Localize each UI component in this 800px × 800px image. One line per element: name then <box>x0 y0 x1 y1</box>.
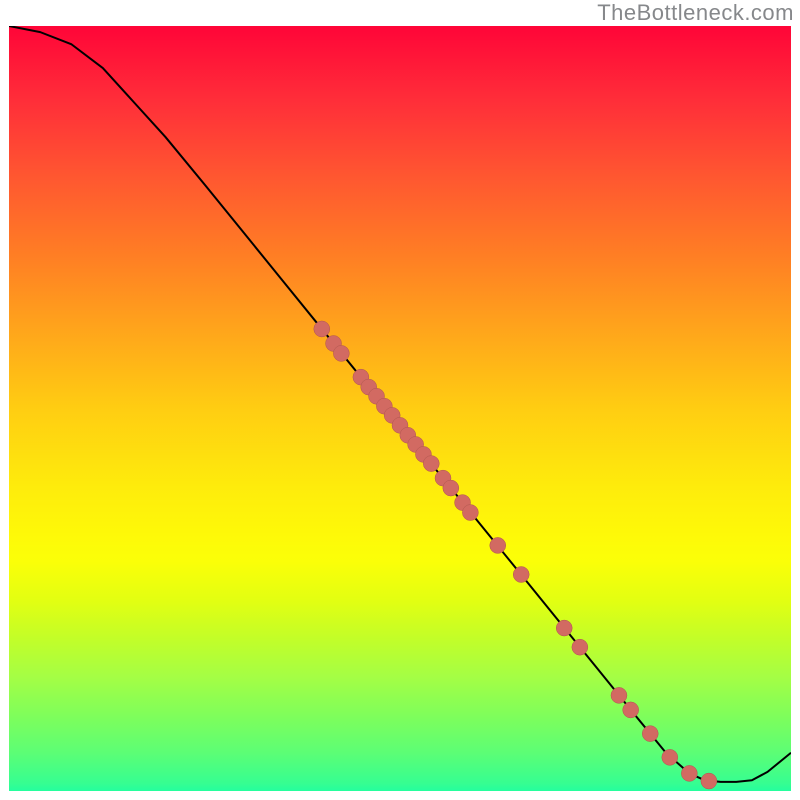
chart-marker <box>556 620 572 636</box>
chart-markers <box>314 321 717 789</box>
watermark-text: TheBottleneck.com <box>597 0 794 26</box>
chart-marker <box>462 505 478 521</box>
chart-marker <box>642 726 658 742</box>
chart-marker <box>572 639 588 655</box>
chart-marker <box>490 537 506 553</box>
chart-marker <box>681 765 697 781</box>
chart-marker <box>611 687 627 703</box>
chart-marker <box>513 567 529 583</box>
chart-marker <box>333 345 349 361</box>
chart-marker <box>623 702 639 718</box>
chart-curve <box>9 26 791 782</box>
chart-marker <box>701 773 717 789</box>
chart-marker <box>314 321 330 337</box>
chart-marker <box>443 480 459 496</box>
chart-svg <box>9 26 791 791</box>
chart-marker <box>662 749 678 765</box>
chart-marker <box>423 456 439 472</box>
chart-container: TheBottleneck.com <box>0 0 800 800</box>
